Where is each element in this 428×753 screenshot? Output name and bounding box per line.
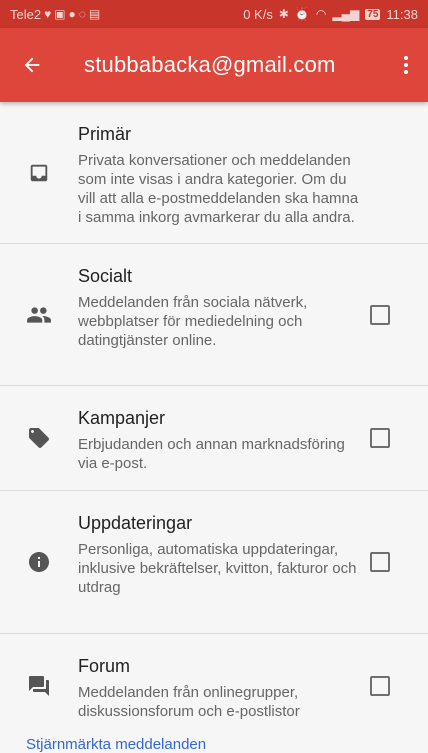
category-forums[interactable]: Forum Meddelanden från onlinegrupper, di…: [0, 634, 428, 738]
bluetooth-icon: ✱: [278, 7, 289, 21]
app-bar: stubbabacka@gmail.com: [0, 28, 428, 102]
network-speed: 0 K/s: [243, 6, 273, 22]
carrier-label: Tele2: [10, 6, 42, 22]
forums-checkbox[interactable]: [370, 676, 390, 696]
category-title: Kampanjer: [78, 408, 166, 428]
messenger-icon: ●: [68, 7, 76, 21]
category-title: Primär: [78, 124, 131, 144]
category-title: Uppdateringar: [78, 513, 193, 533]
category-primary[interactable]: Primär Privata konversationer och meddel…: [0, 102, 428, 244]
category-list: Primär Privata konversationer och meddel…: [0, 102, 428, 738]
category-promotions[interactable]: Kampanjer Erbjudanden och annan marknads…: [0, 386, 428, 491]
account-title: stubbabacka@gmail.com: [84, 52, 336, 77]
info-icon: [29, 552, 49, 572]
status-left: Tele2 ♥ ▣ ● ◌ ▤: [10, 7, 100, 22]
heart-icon: ♥: [44, 7, 52, 21]
clock: 11:38: [386, 6, 418, 22]
signal-icon: ▂▄▆: [332, 7, 360, 21]
social-checkbox[interactable]: [370, 304, 390, 325]
more-vert-icon: [404, 56, 408, 74]
whatsapp-icon: ◌: [78, 7, 86, 21]
inbox-icon: [30, 164, 48, 181]
people-icon: [27, 306, 51, 323]
status-bar: Tele2 ♥ ▣ ● ◌ ▤ 0 K/s ✱ ⏰ ◠ ▂▄▆ 75 11:38: [0, 0, 428, 28]
gallery-icon: ▣: [54, 7, 66, 21]
back-button[interactable]: [0, 28, 64, 102]
category-description: Erbjudanden och annan marknadsföring via…: [78, 436, 345, 472]
category-title: Socialt: [78, 266, 133, 286]
overflow-menu-button[interactable]: [384, 28, 428, 102]
tag-icon: [29, 428, 49, 448]
category-description: Privata konversationer och meddelanden s…: [78, 152, 359, 226]
arrow-back-icon: [24, 57, 40, 73]
battery-indicator: 75: [365, 8, 381, 20]
alarm-icon: ⏰: [294, 7, 310, 21]
category-description: Meddelanden från onlinegrupper, diskussi…: [78, 684, 300, 720]
promotions-checkbox[interactable]: [370, 428, 390, 448]
mail-icon: ▤: [88, 7, 101, 21]
category-title: Forum: [78, 656, 131, 676]
status-right: 0 K/s ✱ ⏰ ◠ ▂▄▆ 75 11:38: [243, 7, 418, 22]
category-social[interactable]: Socialt Meddelanden från sociala nätverk…: [0, 244, 428, 386]
category-updates[interactable]: Uppdateringar Personliga, automatiska up…: [0, 491, 428, 634]
updates-checkbox[interactable]: [370, 552, 390, 572]
forum-icon: [29, 676, 49, 696]
wifi-icon: ◠: [315, 7, 327, 21]
category-description: Personliga, automatiska uppdateringar, i…: [78, 541, 357, 596]
starred-messages-link[interactable]: Stjärnmärkta meddelanden: [26, 736, 206, 753]
category-description: Meddelanden från sociala nätverk, webbpl…: [78, 294, 308, 349]
